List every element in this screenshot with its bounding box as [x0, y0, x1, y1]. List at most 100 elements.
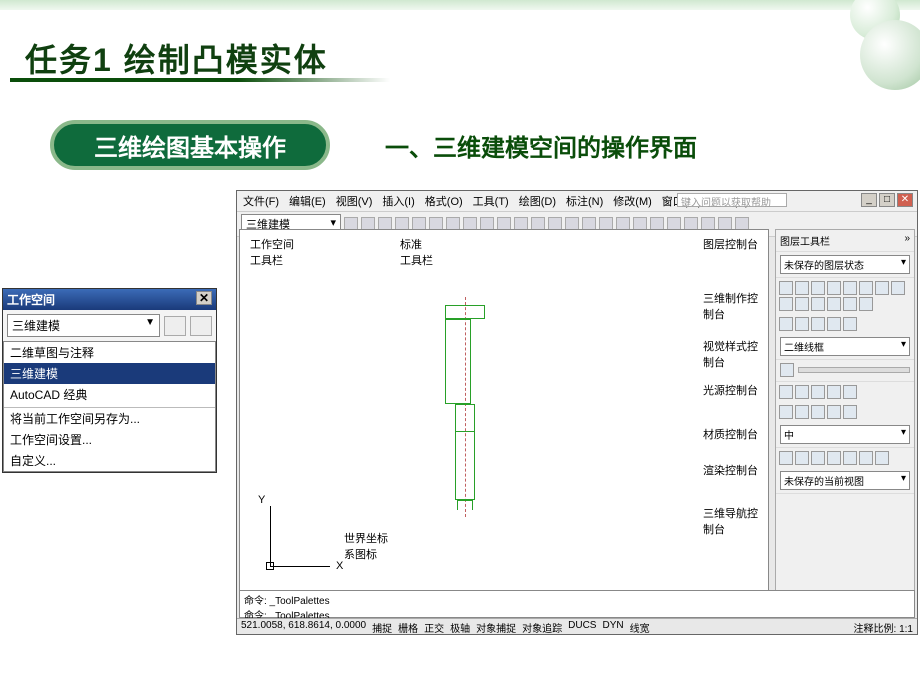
palette-icon[interactable] [827, 385, 841, 399]
palette-icon[interactable] [859, 281, 873, 295]
list-item[interactable]: 将当前工作空间另存为... [4, 407, 215, 429]
list-item[interactable]: AutoCAD 经典 [4, 384, 215, 405]
status-toggle[interactable]: DUCS [568, 620, 596, 633]
material-palette [776, 382, 914, 402]
palette-icon[interactable] [811, 281, 825, 295]
menu-tools[interactable]: 工具(T) [473, 193, 509, 209]
palette-icon[interactable] [859, 297, 873, 311]
maximize-icon[interactable]: □ [879, 193, 895, 207]
list-item[interactable]: 自定义... [4, 450, 215, 471]
status-toggle[interactable]: 对象追踪 [522, 620, 562, 633]
light-slider[interactable] [798, 367, 910, 373]
workspace-select[interactable]: 三维建模 ▼ [7, 314, 160, 337]
light-icon[interactable] [780, 363, 794, 377]
status-toggle[interactable]: 栅格 [398, 620, 418, 633]
palette-icon[interactable] [843, 317, 857, 331]
expand-icon[interactable]: » [904, 233, 910, 248]
callout-light: 光源控制台 [703, 382, 758, 398]
palette-icon[interactable] [779, 385, 793, 399]
task-title: 任务1 绘制凸模实体 [25, 35, 328, 81]
palette-icon[interactable] [795, 281, 809, 295]
palette-icon[interactable] [811, 317, 825, 331]
close-icon[interactable]: ✕ [897, 193, 913, 207]
palette-icon[interactable] [811, 451, 825, 465]
close-icon[interactable]: ✕ [196, 291, 212, 305]
command-line[interactable]: 命令: _ToolPalettes 命令: _ToolPalettes [239, 590, 915, 618]
menu-insert[interactable]: 插入(I) [382, 193, 414, 209]
vis-style-palette [776, 314, 914, 334]
palette-icon[interactable] [875, 451, 889, 465]
callout-layer-panel: 图层控制台 [703, 236, 758, 252]
render-quality-value: 中 [784, 427, 794, 442]
chevron-down-icon: ▼ [145, 317, 155, 334]
palette-icon[interactable] [811, 297, 825, 311]
layer-state-select[interactable]: 未保存的图层状态 ▾ [780, 255, 910, 274]
section-subtitle: 一、三维建模空间的操作界面 [385, 128, 697, 163]
menu-modify[interactable]: 修改(M) [613, 193, 652, 209]
palette-icon[interactable] [811, 405, 825, 419]
gear-icon[interactable] [164, 316, 186, 336]
visual-style-select[interactable]: 二维线框▾ [780, 337, 910, 356]
palette-icon[interactable] [779, 451, 793, 465]
menu-dim[interactable]: 标注(N) [566, 193, 603, 209]
save-icon[interactable] [190, 316, 212, 336]
status-toggle[interactable]: DYN [602, 620, 623, 633]
palette-icon[interactable] [859, 451, 873, 465]
chevron-down-icon: ▾ [901, 257, 906, 272]
palette-icon[interactable] [795, 451, 809, 465]
status-toggle[interactable]: 捕捉 [372, 620, 392, 633]
menu-file[interactable]: 文件(F) [243, 193, 279, 209]
drawing-canvas[interactable]: 工作空间 工具栏 标准 工具栏 图层控制台 三维制作控 制台 视觉样式控 制台 … [239, 229, 769, 597]
palette-icon[interactable] [811, 385, 825, 399]
callout-workspace-toolbar: 工作空间 工具栏 [250, 236, 294, 268]
palette-icon[interactable] [795, 317, 809, 331]
3d-make-palette [776, 278, 914, 314]
status-toggle[interactable]: 线宽 [630, 620, 650, 633]
view-select[interactable]: 未保存的当前视图▾ [780, 471, 910, 490]
workspace-option-list: 二维草图与注释 三维建模 AutoCAD 经典 将当前工作空间另存为... 工作… [3, 341, 216, 472]
list-item[interactable]: 三维建模 [4, 363, 215, 384]
palette-icon[interactable] [891, 281, 905, 295]
menu-view[interactable]: 视图(V) [336, 193, 373, 209]
nav-palette [776, 448, 914, 468]
menubar: 文件(F) 编辑(E) 视图(V) 插入(I) 格式(O) 工具(T) 绘图(D… [237, 191, 917, 212]
help-search-input[interactable]: 键入问题以获取帮助 [677, 193, 787, 207]
menu-edit[interactable]: 编辑(E) [289, 193, 326, 209]
menu-draw[interactable]: 绘图(D) [519, 193, 556, 209]
annotation-scale[interactable]: 注释比例: 1:1 [854, 620, 913, 633]
palette-icon[interactable] [827, 281, 841, 295]
status-toggle[interactable]: 正交 [424, 620, 444, 633]
view-select-value: 未保存的当前视图 [784, 473, 864, 488]
status-bar: 521.0058, 618.8614, 0.0000 捕捉 栅格 正交 极轴 对… [237, 618, 917, 634]
palette-icon[interactable] [827, 451, 841, 465]
cmd-history-line: 命令: _ToolPalettes [244, 592, 910, 607]
palette-icon[interactable] [843, 405, 857, 419]
palette-icon[interactable] [827, 297, 841, 311]
palette-icon[interactable] [795, 405, 809, 419]
popup-titlebar[interactable]: 工作空间 ✕ [3, 289, 216, 310]
status-toggle[interactable]: 极轴 [450, 620, 470, 633]
palette-icon[interactable] [795, 297, 809, 311]
layer-state-value: 未保存的图层状态 [784, 257, 864, 272]
palette-icon[interactable] [843, 281, 857, 295]
list-item[interactable]: 二维草图与注释 [4, 342, 215, 363]
status-toggle[interactable]: 对象捕捉 [476, 620, 516, 633]
palette-icon[interactable] [843, 297, 857, 311]
section-pill: 三维绘图基本操作 [50, 120, 330, 170]
palette-icon[interactable] [827, 317, 841, 331]
render-quality-select[interactable]: 中▾ [780, 425, 910, 444]
palette-icon[interactable] [843, 385, 857, 399]
menu-format[interactable]: 格式(O) [425, 193, 463, 209]
palette-icon[interactable] [875, 281, 889, 295]
palette-icon[interactable] [843, 451, 857, 465]
palette-icon[interactable] [779, 317, 793, 331]
palette-icon[interactable] [795, 385, 809, 399]
palette-icon[interactable] [779, 281, 793, 295]
list-item[interactable]: 工作空间设置... [4, 429, 215, 450]
palette-icon[interactable] [779, 297, 793, 311]
palette-icon[interactable] [827, 405, 841, 419]
palette-icon[interactable] [779, 405, 793, 419]
chevron-down-icon: ▾ [901, 427, 906, 442]
popup-title: 工作空间 [7, 291, 55, 308]
minimize-icon[interactable]: _ [861, 193, 877, 207]
